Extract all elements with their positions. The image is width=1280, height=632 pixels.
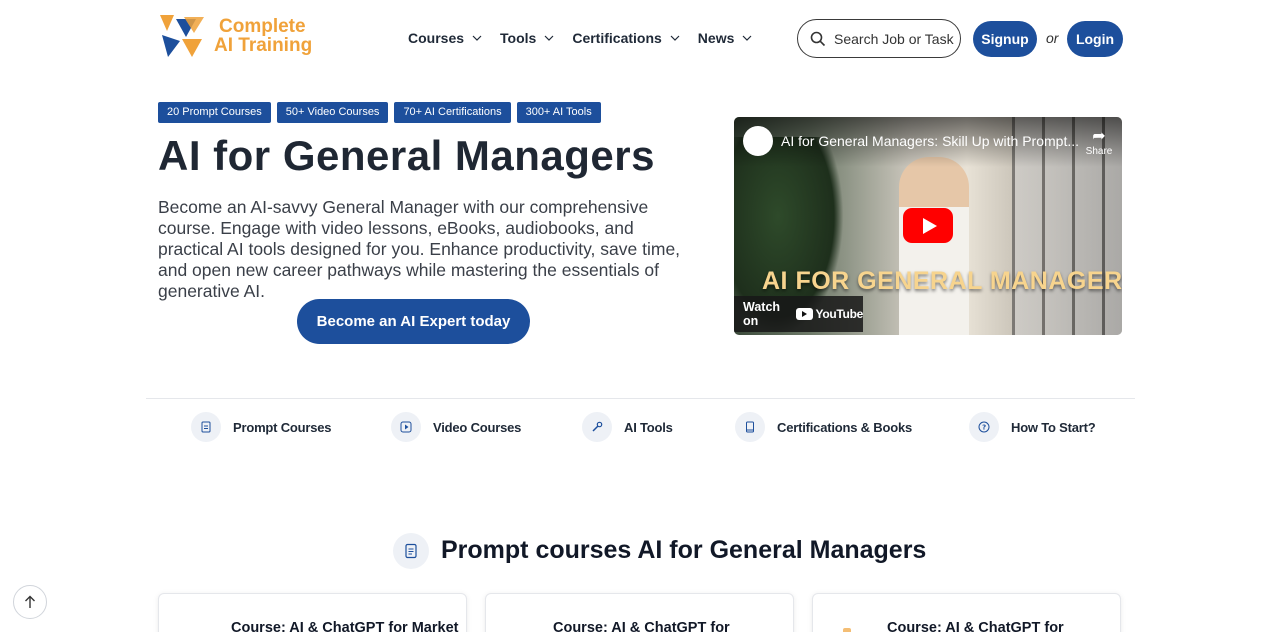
- nav-news-label: News: [697, 30, 735, 46]
- site-logo[interactable]: Complete AI Training: [158, 13, 312, 59]
- share-button[interactable]: ➦ Share: [1084, 126, 1114, 157]
- category-prompt-courses[interactable]: Prompt Courses: [191, 412, 332, 442]
- logo-icon: [160, 15, 204, 57]
- nav-certifications[interactable]: Certifications: [572, 30, 680, 46]
- play-icon: [391, 412, 421, 442]
- badge-certifications[interactable]: 70+ AI Certifications: [394, 102, 511, 123]
- page-title: AI for General Managers: [158, 132, 655, 179]
- section-title: Prompt courses AI for General Managers: [441, 536, 927, 564]
- login-button[interactable]: Login: [1067, 21, 1123, 57]
- video-title[interactable]: AI for General Managers: Skill Up with P…: [781, 133, 1079, 149]
- youtube-label: YouTube: [815, 307, 864, 321]
- course-card[interactable]: Course: AI & ChatGPT for: [812, 593, 1121, 632]
- video-embed[interactable]: AI for General Managers: Skill Up with P…: [734, 117, 1122, 335]
- back-to-top-button[interactable]: [13, 585, 47, 619]
- signup-button[interactable]: Signup: [973, 21, 1037, 57]
- nav-courses-label: Courses: [408, 30, 465, 46]
- youtube-icon: [795, 308, 813, 320]
- search-icon: [810, 31, 826, 46]
- chevron-down-icon: [544, 35, 554, 41]
- play-button[interactable]: [903, 208, 953, 243]
- become-expert-button[interactable]: Become an AI Expert today: [297, 299, 530, 344]
- nav-tools-label: Tools: [500, 30, 537, 46]
- course-card-title[interactable]: Course: AI & ChatGPT for: [887, 620, 1064, 632]
- nav-news[interactable]: News: [698, 30, 753, 46]
- badge-prompt-courses[interactable]: 20 Prompt Courses: [158, 102, 271, 123]
- search-input[interactable]: [834, 30, 954, 47]
- share-label: Share: [1085, 146, 1113, 157]
- chevron-down-icon: [742, 35, 752, 41]
- category-label: Prompt Courses: [233, 419, 332, 435]
- category-label: How To Start?: [1011, 419, 1096, 435]
- category-how-to-start[interactable]: ? How To Start?: [969, 412, 1096, 442]
- main-nav: Courses Tools Certifications News: [408, 30, 770, 46]
- course-card[interactable]: Course: AI & ChatGPT for Market: [158, 593, 467, 632]
- youtube-logo: YouTube: [795, 307, 864, 321]
- video-presenter: [899, 157, 969, 335]
- channel-avatar[interactable]: [743, 126, 773, 156]
- svg-text:?: ?: [982, 424, 986, 432]
- search-box[interactable]: [797, 19, 961, 58]
- document-icon: [191, 412, 221, 442]
- course-thumbnail: [843, 628, 851, 632]
- site-header: Complete AI Training Courses Tools Certi…: [0, 0, 1280, 78]
- hero-badges: 20 Prompt Courses 50+ Video Courses 70+ …: [158, 102, 601, 123]
- logo-line-1: Complete: [219, 16, 306, 37]
- document-icon: [393, 533, 429, 569]
- category-video-courses[interactable]: Video Courses: [391, 412, 521, 442]
- watch-on-youtube-button[interactable]: Watch on YouTube: [734, 296, 863, 332]
- chevron-down-icon: [670, 35, 680, 41]
- category-certifications-books[interactable]: Certifications & Books: [735, 412, 912, 442]
- category-ai-tools[interactable]: AI Tools: [582, 412, 673, 442]
- course-card[interactable]: Course: AI & ChatGPT for: [485, 593, 794, 632]
- badge-ai-tools[interactable]: 300+ AI Tools: [516, 102, 601, 123]
- wrench-icon: [582, 412, 612, 442]
- course-card-title[interactable]: Course: AI & ChatGPT for: [553, 620, 730, 632]
- watch-on-label: Watch on: [743, 300, 781, 328]
- question-icon: ?: [969, 412, 999, 442]
- category-label: AI Tools: [624, 419, 673, 435]
- arrow-up-icon: [25, 595, 35, 608]
- logo-text: Complete AI Training: [214, 17, 312, 55]
- section-divider: [146, 398, 1135, 399]
- share-icon: ➦: [1092, 128, 1106, 145]
- chevron-down-icon: [472, 35, 482, 41]
- course-card-title[interactable]: Course: AI & ChatGPT for Market: [231, 620, 458, 632]
- or-separator: or: [1046, 30, 1059, 46]
- nav-certifications-label: Certifications: [572, 30, 662, 46]
- hero-description: Become an AI-savvy General Manager with …: [158, 197, 681, 301]
- logo-line-2: AI Training: [214, 35, 313, 56]
- book-icon: [735, 412, 765, 442]
- nav-tools[interactable]: Tools: [500, 30, 554, 46]
- video-overlay-title: AI FOR GENERAL MANAGERS: [762, 267, 1122, 295]
- badge-video-courses[interactable]: 50+ Video Courses: [276, 102, 389, 123]
- nav-courses[interactable]: Courses: [408, 30, 482, 46]
- category-label: Video Courses: [433, 419, 522, 435]
- category-label: Certifications & Books: [777, 419, 913, 435]
